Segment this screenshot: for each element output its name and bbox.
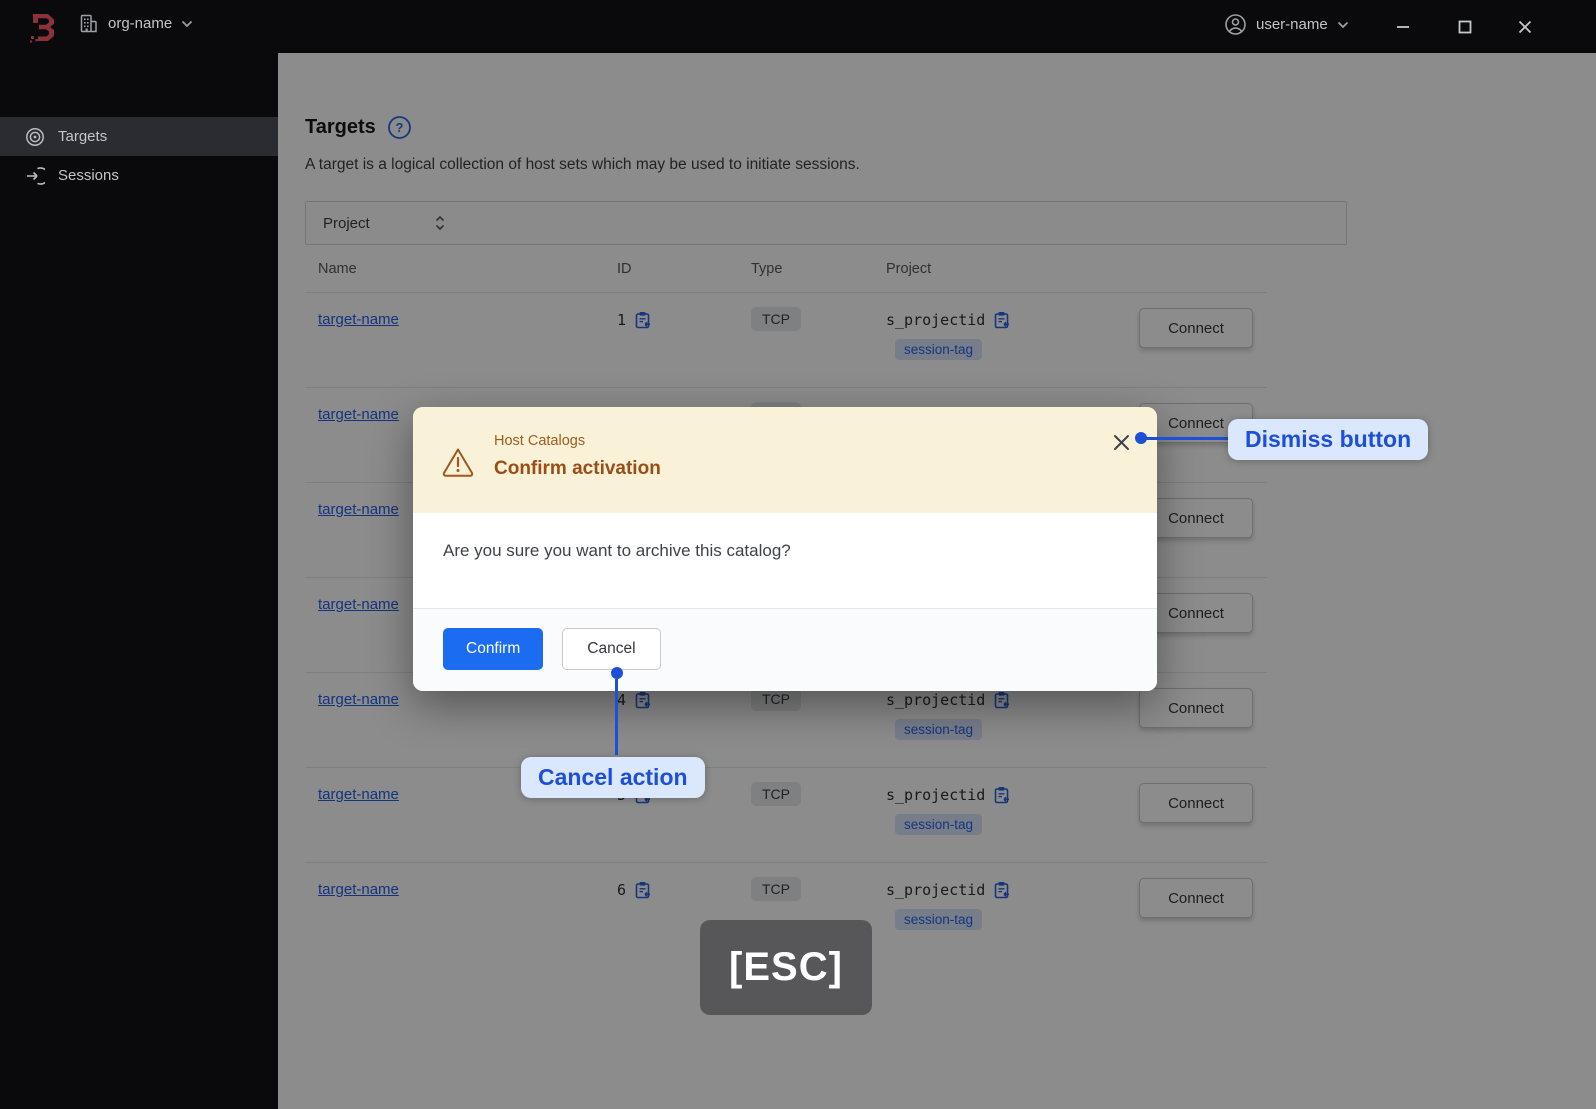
maximize-icon[interactable] [1448,12,1482,42]
org-switcher[interactable]: org-name [78,13,193,34]
dialog-dismiss-button[interactable] [1107,428,1135,456]
user-name-label: user-name [1256,16,1328,33]
org-name-label: org-name [108,15,173,32]
cancel-callout-line [615,679,618,755]
building-icon [78,13,99,34]
sidebar-item-targets[interactable]: Targets [0,117,278,156]
dialog-message: Are you sure you want to archive this ca… [443,541,791,560]
cancel-callout-label: Cancel action [521,757,705,798]
chevron-down-icon [181,20,193,28]
user-circle-icon [1224,13,1247,36]
dialog-header: Host Catalogs Confirm activation [413,407,1157,513]
sidebar-item-label: Sessions [58,167,119,184]
sidebar: Targets Sessions [0,53,278,1109]
dialog-context-label: Host Catalogs [494,433,586,449]
session-arrow-icon [25,166,45,186]
warning-triangle-icon [441,446,475,513]
minimize-icon[interactable] [1386,12,1420,42]
esc-key-badge: [ESC] [700,920,872,1015]
dialog-title: Confirm activation [494,458,661,479]
bullseye-icon [25,127,45,147]
sidebar-item-sessions[interactable]: Sessions [0,156,278,195]
close-icon [1112,433,1131,452]
dismiss-callout-dot [1135,432,1147,444]
dialog-footer: Confirm Cancel [413,608,1157,691]
confirm-button[interactable]: Confirm [443,628,544,670]
sidebar-item-label: Targets [58,128,108,145]
boundary-logo-icon [27,11,59,43]
close-icon[interactable] [1508,12,1542,42]
dismiss-callout-line [1146,437,1230,440]
cancel-button[interactable]: Cancel [562,628,661,670]
cancel-callout-dot [611,667,623,679]
dismiss-callout-label: Dismiss button [1228,419,1429,460]
user-menu[interactable]: user-name [1224,13,1349,36]
app-window: Targets ? A target is a logical collecti… [0,0,1596,1109]
top-bar: org-name user-name [0,0,1596,53]
confirm-dialog: Host Catalogs Confirm activation Are you… [413,407,1157,691]
chevron-down-icon [1337,21,1349,29]
